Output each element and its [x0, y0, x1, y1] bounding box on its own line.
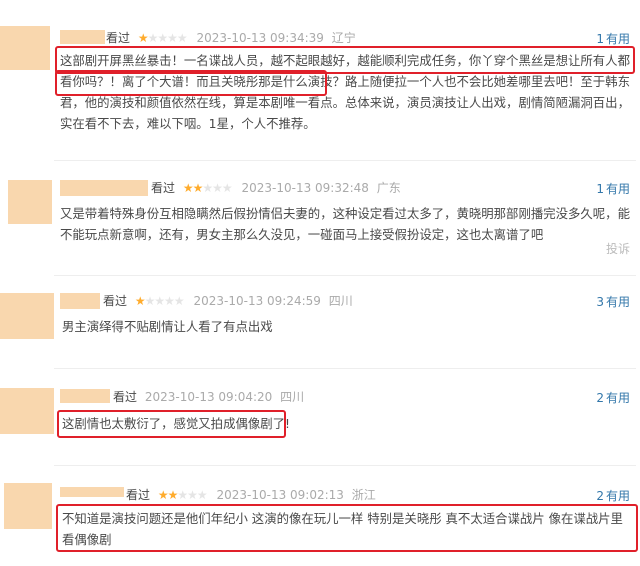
divider — [54, 465, 636, 466]
rating-stars: ★★★★★ — [157, 488, 208, 502]
avatar[interactable] — [8, 180, 52, 224]
useful-vote-button[interactable]: 1 有用 — [596, 30, 630, 47]
watched-label: 看过 — [103, 294, 128, 308]
useful-vote-button[interactable]: 1 有用 — [596, 180, 630, 197]
review-time: 2023-10-13 09:32:48 — [241, 181, 369, 195]
review-3: 看过 ★★★★★ 2023-10-13 09:24:59 四川 3 有用 男主演绎… — [0, 285, 640, 355]
report-link[interactable]: 投诉 — [606, 240, 630, 257]
username-redacted[interactable] — [60, 389, 110, 403]
avatar[interactable] — [4, 483, 52, 529]
review-4: 看过 2023-10-13 09:04:20 四川 2 有用 这剧情也太敷衍了，感… — [0, 378, 640, 458]
watched-label: 看过 — [113, 390, 138, 404]
rating-stars: ★★★★★ — [182, 181, 233, 195]
rating-stars: ★★★★★ — [134, 294, 185, 308]
useful-count: 2 — [596, 391, 604, 405]
divider — [54, 275, 636, 276]
review-meta: 看过 ★★★★★ 2023-10-13 09:34:39 辽宁 — [106, 30, 356, 46]
review-meta: 看过 ★★★★★ 2023-10-13 09:24:59 四川 — [103, 293, 353, 309]
avatar[interactable] — [0, 388, 54, 434]
username-redacted[interactable] — [60, 30, 105, 44]
useful-vote-button[interactable]: 2 有用 — [596, 389, 630, 406]
avatar[interactable] — [0, 26, 50, 70]
username-redacted[interactable] — [60, 293, 100, 309]
review-2: 看过 ★★★★★ 2023-10-13 09:32:48 广东 1 有用 又是带着… — [0, 170, 640, 270]
review-location: 浙江 — [351, 488, 376, 502]
useful-vote-button[interactable]: 2 有用 — [596, 487, 630, 504]
review-location: 辽宁 — [331, 31, 356, 45]
useful-label: 有用 — [605, 489, 630, 503]
divider — [54, 368, 636, 369]
useful-count: 1 — [596, 182, 604, 196]
review-1: 看过 ★★★★★ 2023-10-13 09:34:39 辽宁 1 有用 这部剧开… — [0, 0, 640, 150]
useful-count: 3 — [596, 295, 604, 309]
rating-stars: ★★★★★ — [137, 31, 188, 45]
review-meta: 看过 ★★★★★ 2023-10-13 09:02:13 浙江 — [126, 487, 376, 503]
divider — [54, 160, 636, 161]
watched-label: 看过 — [126, 488, 151, 502]
review-meta: 看过 ★★★★★ 2023-10-13 09:32:48 广东 — [151, 180, 401, 196]
review-meta: 看过 2023-10-13 09:04:20 四川 — [113, 389, 304, 405]
review-time: 2023-10-13 09:34:39 — [196, 31, 324, 45]
avatar[interactable] — [0, 293, 54, 339]
watched-label: 看过 — [151, 181, 176, 195]
username-redacted[interactable] — [60, 487, 124, 497]
review-time: 2023-10-13 09:24:59 — [193, 294, 321, 308]
review-content: 又是带着特殊身份互相隐瞒然后假扮情侣夫妻的，这种设定看过太多了，黄晓明那部刚播完… — [60, 206, 630, 242]
review-location: 四川 — [328, 294, 353, 308]
useful-label: 有用 — [605, 32, 630, 46]
username-redacted[interactable] — [60, 180, 148, 196]
review-location: 四川 — [280, 390, 305, 404]
review-time: 2023-10-13 09:02:13 — [216, 488, 344, 502]
useful-label: 有用 — [605, 295, 630, 309]
useful-label: 有用 — [605, 182, 630, 196]
review-5: 看过 ★★★★★ 2023-10-13 09:02:13 浙江 2 有用 不知道是… — [0, 475, 640, 566]
useful-label: 有用 — [605, 391, 630, 405]
highlight-box — [57, 410, 286, 438]
useful-count: 2 — [596, 489, 604, 503]
review-time: 2023-10-13 09:04:20 — [144, 390, 273, 404]
highlight-box — [55, 70, 327, 96]
watched-label: 看过 — [106, 31, 131, 45]
review-location: 广东 — [376, 181, 401, 195]
useful-count: 1 — [596, 32, 604, 46]
review-content: 男主演绎得不贴剧情让人看了有点出戏 — [62, 319, 273, 334]
highlight-box — [56, 504, 638, 552]
useful-vote-button[interactable]: 3 有用 — [596, 293, 630, 310]
